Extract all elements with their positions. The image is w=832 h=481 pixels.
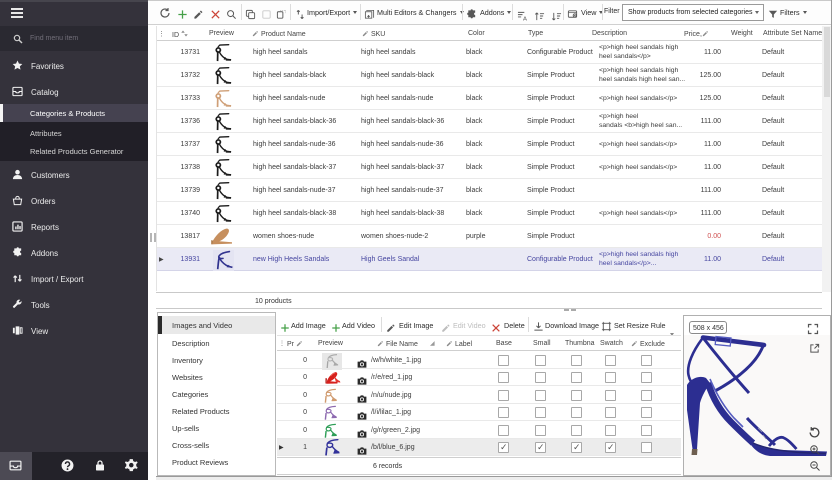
svg-text:A: A (523, 17, 527, 21)
